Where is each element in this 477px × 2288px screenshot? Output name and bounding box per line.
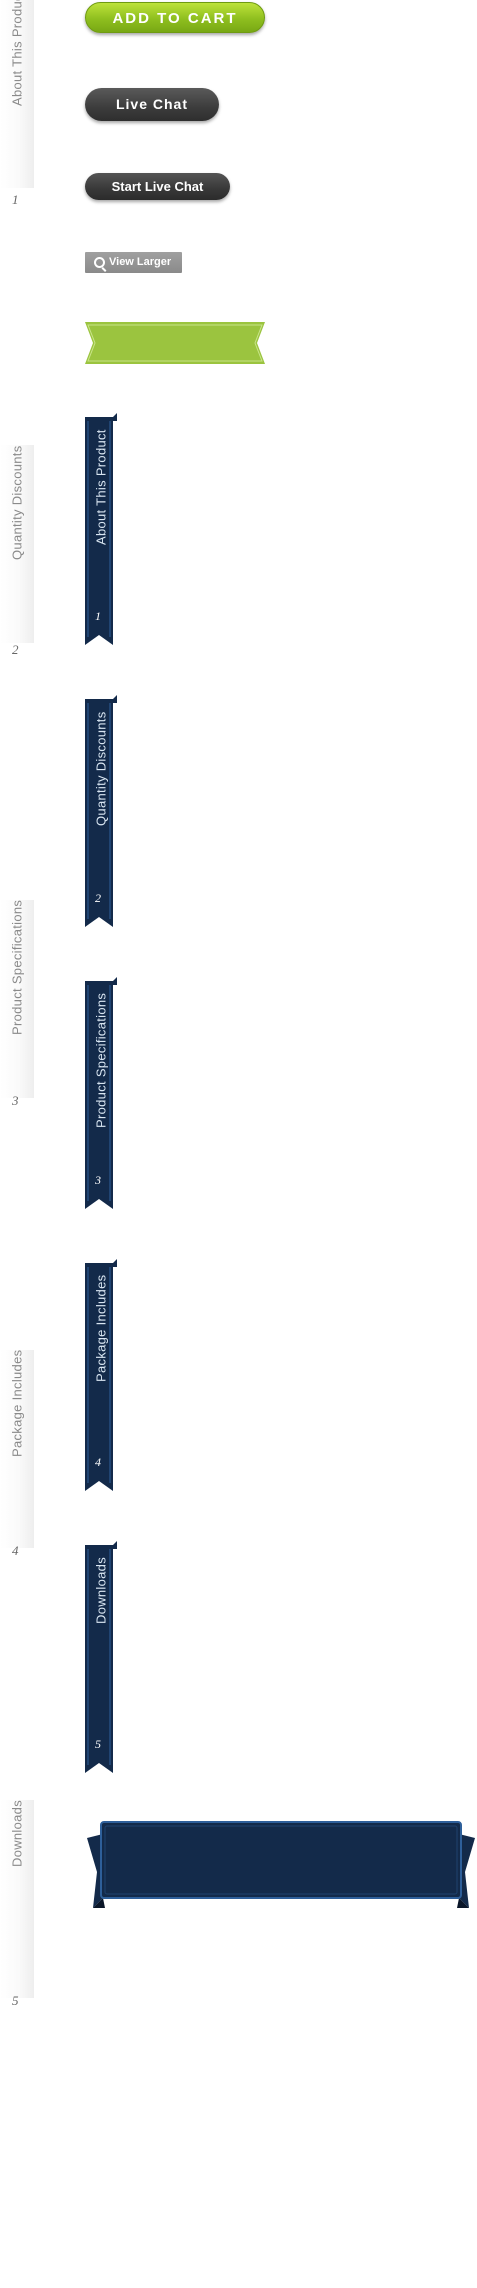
green-banner (85, 322, 265, 364)
side-tab-label: About This Product (9, 0, 25, 106)
ribbon-label: About This Product (93, 429, 109, 545)
ribbon-number: 5 (95, 1737, 101, 1751)
side-tab-number: 5 (12, 1993, 19, 2008)
ribbon-quantity[interactable]: Quantity Discounts 2 (85, 695, 117, 927)
ribbon-label: Quantity Discounts (93, 711, 109, 826)
ribbon-package[interactable]: Package Includes 4 (85, 1259, 117, 1491)
magnifier-icon (94, 257, 105, 268)
ribbon-number: 4 (95, 1455, 101, 1469)
ribbon-label: Package Includes (93, 1275, 109, 1383)
side-tab-downloads[interactable]: Downloads (0, 1800, 34, 1998)
start-live-chat-button[interactable]: Start Live Chat (85, 173, 230, 200)
ribbon-label: Downloads (93, 1557, 109, 1625)
side-tab-number: 4 (12, 1543, 19, 1558)
ribbon-number: 1 (95, 609, 101, 623)
ribbon-label: Product Specifications (93, 993, 109, 1129)
side-tab-package[interactable]: Package Includes (0, 1350, 34, 1548)
side-tab-about[interactable]: About This Product (0, 0, 34, 188)
side-tab-quantity[interactable]: Quantity Discounts (0, 445, 34, 643)
view-larger-label: View Larger (109, 256, 172, 268)
side-tab-label: Package Includes (9, 1350, 25, 1458)
side-tab-number: 3 (12, 1093, 19, 1108)
ribbon-about[interactable]: About This Product 1 (85, 413, 117, 645)
navy-ribbon-banner (87, 1821, 475, 1908)
side-tab-specifications[interactable]: Product Specifications (0, 900, 34, 1098)
add-to-cart-button[interactable]: ADD TO CART (85, 2, 265, 33)
ribbon-specifications[interactable]: Product Specifications 3 (85, 977, 117, 1209)
side-tab-label: Product Specifications (9, 900, 25, 1036)
ribbon-number: 3 (95, 1173, 101, 1187)
view-larger-button[interactable]: View Larger (85, 252, 182, 273)
ribbon-number: 2 (95, 891, 101, 905)
side-tab-label: Quantity Discounts (9, 445, 25, 560)
live-chat-button[interactable]: Live Chat (85, 88, 219, 121)
side-tab-number: 1 (12, 192, 19, 207)
ribbon-downloads[interactable]: Downloads 5 (85, 1541, 117, 1773)
side-tab-label: Downloads (9, 1800, 25, 1868)
side-tab-number: 2 (12, 642, 19, 657)
